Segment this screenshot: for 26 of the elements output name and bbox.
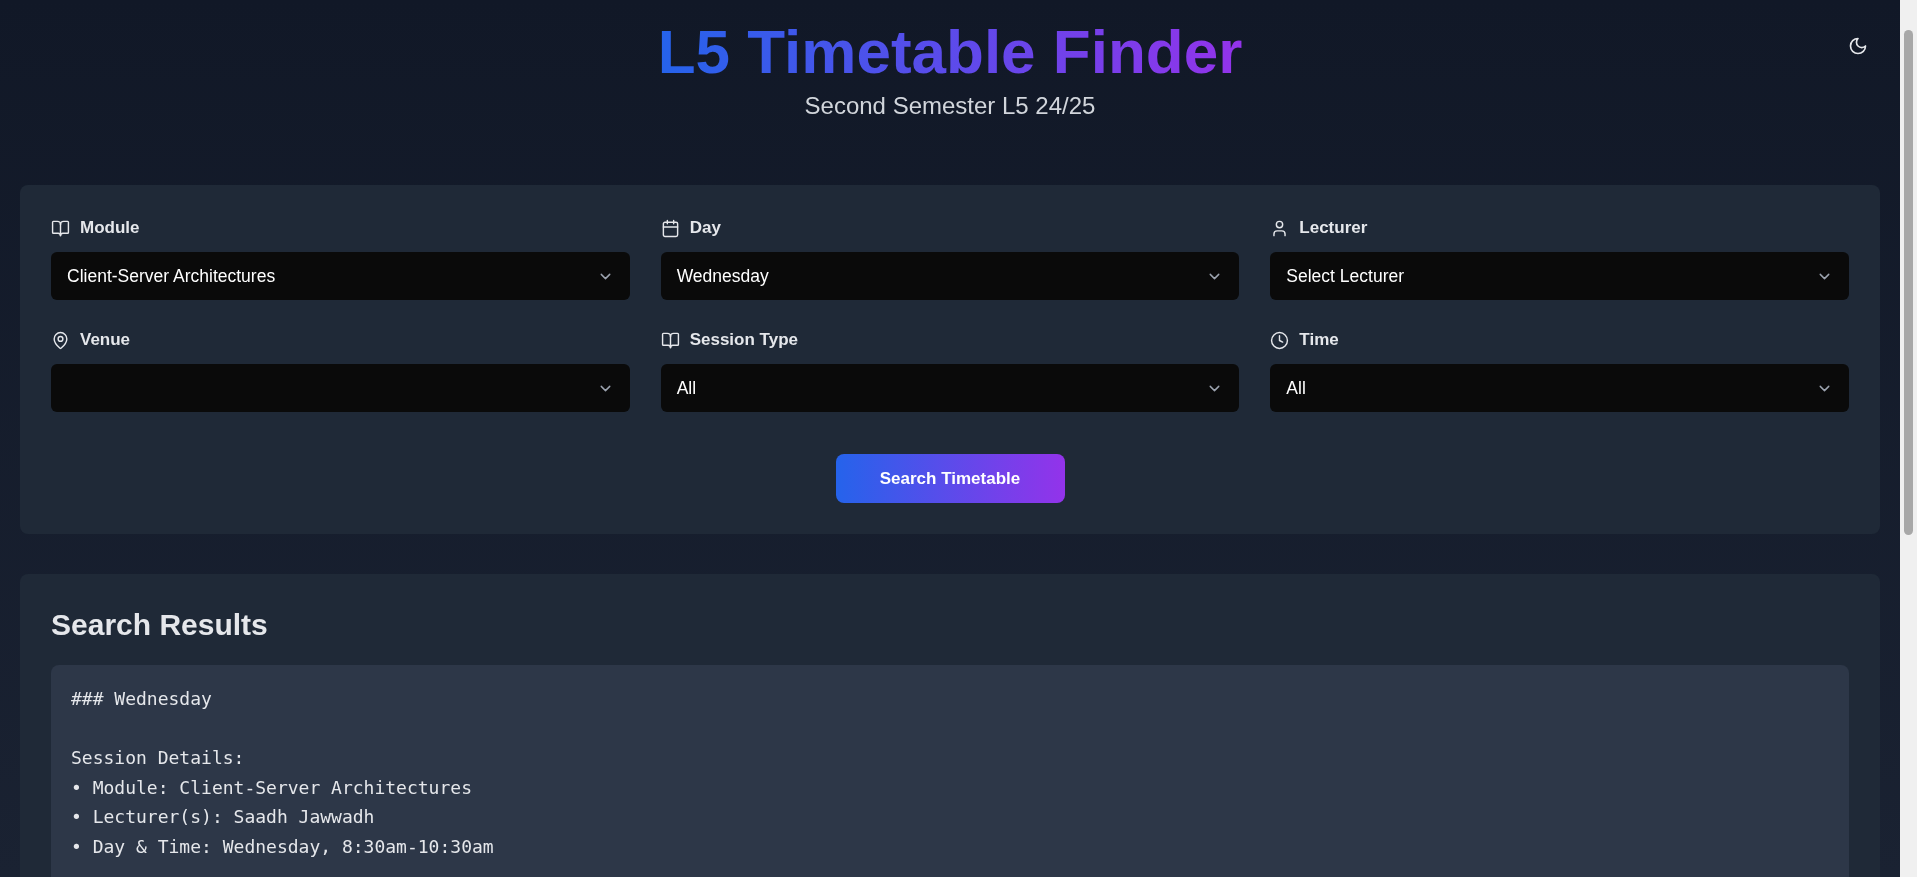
map-pin-icon (51, 330, 70, 350)
detail-line: • Module: Client-Server Architectures (71, 775, 473, 800)
search-button[interactable]: Search Timetable (835, 454, 1065, 503)
field-label: Session Type (689, 330, 798, 350)
details-label: Session Details: (71, 746, 246, 771)
field-label: Venue (80, 330, 131, 350)
dropdown[interactable]: Client-Server Architectures (51, 252, 630, 300)
book-icon (660, 330, 680, 350)
detail-line: • Day & Time: Wednesday, 8:30am-10:30am (71, 834, 495, 859)
field-label: Day (689, 218, 721, 238)
calendar-icon (660, 218, 680, 238)
dropdown[interactable]: Select Lecturer (1270, 252, 1849, 300)
book-icon (51, 218, 70, 238)
app-subtitle: Second Semester L5 24/25 (803, 92, 1097, 120)
detail-line: • Lecturer(s): Saadh Jawwadh (71, 805, 376, 830)
results-title: Search Results (51, 607, 269, 643)
dropdown[interactable]: All (1270, 364, 1849, 412)
clock-icon (1270, 330, 1290, 350)
moon-icon (1848, 36, 1868, 56)
field-label: Lecturer (1299, 218, 1368, 238)
results-heading: ### Wednesday (71, 687, 213, 711)
field-label: Time (1299, 330, 1339, 350)
field-label: Module (80, 218, 140, 238)
dropdown[interactable]: All (660, 364, 1240, 412)
scrollbar[interactable] (1900, 0, 1917, 877)
dropdown[interactable]: Wednesday (660, 252, 1240, 300)
